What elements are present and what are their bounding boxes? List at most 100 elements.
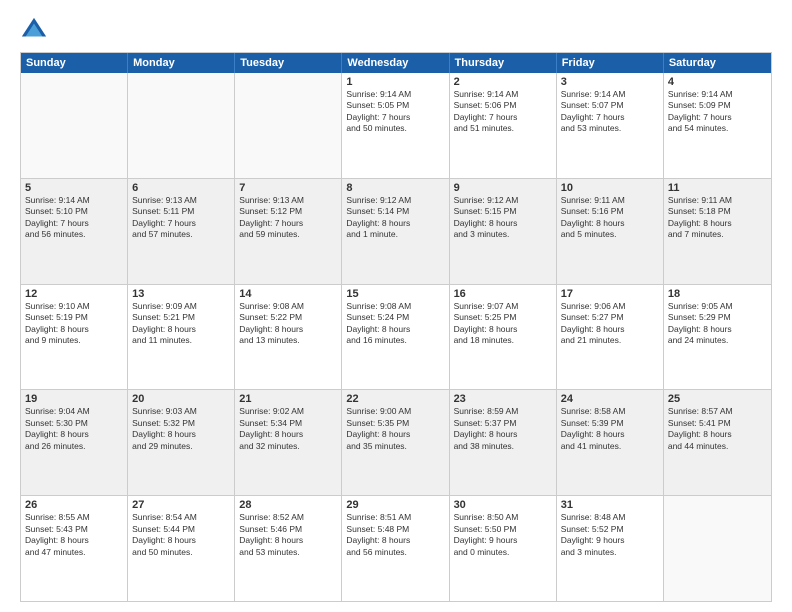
day-number: 12 xyxy=(25,288,123,300)
day-cell-7: 7Sunrise: 9:13 AM Sunset: 5:12 PM Daylig… xyxy=(235,179,342,284)
day-info: Sunrise: 9:09 AM Sunset: 5:21 PM Dayligh… xyxy=(132,301,230,347)
day-info: Sunrise: 8:59 AM Sunset: 5:37 PM Dayligh… xyxy=(454,406,552,452)
day-info: Sunrise: 8:58 AM Sunset: 5:39 PM Dayligh… xyxy=(561,406,659,452)
day-number: 24 xyxy=(561,393,659,405)
day-cell-25: 25Sunrise: 8:57 AM Sunset: 5:41 PM Dayli… xyxy=(664,390,771,495)
header-day-monday: Monday xyxy=(128,53,235,73)
day-cell-3: 3Sunrise: 9:14 AM Sunset: 5:07 PM Daylig… xyxy=(557,73,664,178)
day-info: Sunrise: 9:03 AM Sunset: 5:32 PM Dayligh… xyxy=(132,406,230,452)
day-cell-13: 13Sunrise: 9:09 AM Sunset: 5:21 PM Dayli… xyxy=(128,285,235,390)
day-number: 28 xyxy=(239,499,337,511)
day-cell-16: 16Sunrise: 9:07 AM Sunset: 5:25 PM Dayli… xyxy=(450,285,557,390)
day-number: 30 xyxy=(454,499,552,511)
day-number: 23 xyxy=(454,393,552,405)
day-cell-30: 30Sunrise: 8:50 AM Sunset: 5:50 PM Dayli… xyxy=(450,496,557,601)
day-number: 14 xyxy=(239,288,337,300)
day-number: 31 xyxy=(561,499,659,511)
logo xyxy=(20,16,52,44)
day-cell-15: 15Sunrise: 9:08 AM Sunset: 5:24 PM Dayli… xyxy=(342,285,449,390)
calendar-week-1: 5Sunrise: 9:14 AM Sunset: 5:10 PM Daylig… xyxy=(21,179,771,285)
day-info: Sunrise: 8:57 AM Sunset: 5:41 PM Dayligh… xyxy=(668,406,767,452)
day-info: Sunrise: 8:55 AM Sunset: 5:43 PM Dayligh… xyxy=(25,512,123,558)
day-number: 8 xyxy=(346,182,444,194)
day-number: 7 xyxy=(239,182,337,194)
day-info: Sunrise: 9:06 AM Sunset: 5:27 PM Dayligh… xyxy=(561,301,659,347)
day-number: 27 xyxy=(132,499,230,511)
day-cell-31: 31Sunrise: 8:48 AM Sunset: 5:52 PM Dayli… xyxy=(557,496,664,601)
day-cell-8: 8Sunrise: 9:12 AM Sunset: 5:14 PM Daylig… xyxy=(342,179,449,284)
day-info: Sunrise: 9:14 AM Sunset: 5:09 PM Dayligh… xyxy=(668,89,767,135)
day-number: 5 xyxy=(25,182,123,194)
day-info: Sunrise: 8:48 AM Sunset: 5:52 PM Dayligh… xyxy=(561,512,659,558)
day-cell-22: 22Sunrise: 9:00 AM Sunset: 5:35 PM Dayli… xyxy=(342,390,449,495)
day-number: 21 xyxy=(239,393,337,405)
day-cell-29: 29Sunrise: 8:51 AM Sunset: 5:48 PM Dayli… xyxy=(342,496,449,601)
day-cell-2: 2Sunrise: 9:14 AM Sunset: 5:06 PM Daylig… xyxy=(450,73,557,178)
day-info: Sunrise: 9:04 AM Sunset: 5:30 PM Dayligh… xyxy=(25,406,123,452)
header-day-wednesday: Wednesday xyxy=(342,53,449,73)
day-cell-9: 9Sunrise: 9:12 AM Sunset: 5:15 PM Daylig… xyxy=(450,179,557,284)
calendar-week-4: 26Sunrise: 8:55 AM Sunset: 5:43 PM Dayli… xyxy=(21,496,771,601)
day-cell-11: 11Sunrise: 9:11 AM Sunset: 5:18 PM Dayli… xyxy=(664,179,771,284)
day-number: 11 xyxy=(668,182,767,194)
page: SundayMondayTuesdayWednesdayThursdayFrid… xyxy=(0,0,792,612)
day-number: 13 xyxy=(132,288,230,300)
day-info: Sunrise: 8:50 AM Sunset: 5:50 PM Dayligh… xyxy=(454,512,552,558)
day-info: Sunrise: 9:07 AM Sunset: 5:25 PM Dayligh… xyxy=(454,301,552,347)
day-cell-17: 17Sunrise: 9:06 AM Sunset: 5:27 PM Dayli… xyxy=(557,285,664,390)
day-number: 15 xyxy=(346,288,444,300)
day-info: Sunrise: 9:14 AM Sunset: 5:07 PM Dayligh… xyxy=(561,89,659,135)
day-cell-21: 21Sunrise: 9:02 AM Sunset: 5:34 PM Dayli… xyxy=(235,390,342,495)
calendar-body: 1Sunrise: 9:14 AM Sunset: 5:05 PM Daylig… xyxy=(21,73,771,601)
day-number: 20 xyxy=(132,393,230,405)
day-cell-23: 23Sunrise: 8:59 AM Sunset: 5:37 PM Dayli… xyxy=(450,390,557,495)
day-cell-20: 20Sunrise: 9:03 AM Sunset: 5:32 PM Dayli… xyxy=(128,390,235,495)
day-number: 22 xyxy=(346,393,444,405)
day-number: 9 xyxy=(454,182,552,194)
day-number: 6 xyxy=(132,182,230,194)
day-info: Sunrise: 9:10 AM Sunset: 5:19 PM Dayligh… xyxy=(25,301,123,347)
day-cell-10: 10Sunrise: 9:11 AM Sunset: 5:16 PM Dayli… xyxy=(557,179,664,284)
day-info: Sunrise: 9:11 AM Sunset: 5:16 PM Dayligh… xyxy=(561,195,659,241)
day-info: Sunrise: 9:14 AM Sunset: 5:06 PM Dayligh… xyxy=(454,89,552,135)
day-info: Sunrise: 8:52 AM Sunset: 5:46 PM Dayligh… xyxy=(239,512,337,558)
day-number: 2 xyxy=(454,76,552,88)
header-day-thursday: Thursday xyxy=(450,53,557,73)
day-cell-6: 6Sunrise: 9:13 AM Sunset: 5:11 PM Daylig… xyxy=(128,179,235,284)
day-number: 18 xyxy=(668,288,767,300)
header-day-sunday: Sunday xyxy=(21,53,128,73)
day-cell-19: 19Sunrise: 9:04 AM Sunset: 5:30 PM Dayli… xyxy=(21,390,128,495)
day-info: Sunrise: 9:12 AM Sunset: 5:14 PM Dayligh… xyxy=(346,195,444,241)
day-number: 29 xyxy=(346,499,444,511)
day-info: Sunrise: 9:12 AM Sunset: 5:15 PM Dayligh… xyxy=(454,195,552,241)
day-cell-4: 4Sunrise: 9:14 AM Sunset: 5:09 PM Daylig… xyxy=(664,73,771,178)
day-number: 1 xyxy=(346,76,444,88)
header-day-friday: Friday xyxy=(557,53,664,73)
day-info: Sunrise: 9:08 AM Sunset: 5:24 PM Dayligh… xyxy=(346,301,444,347)
day-number: 3 xyxy=(561,76,659,88)
calendar-week-0: 1Sunrise: 9:14 AM Sunset: 5:05 PM Daylig… xyxy=(21,73,771,179)
day-info: Sunrise: 9:00 AM Sunset: 5:35 PM Dayligh… xyxy=(346,406,444,452)
day-number: 25 xyxy=(668,393,767,405)
day-number: 26 xyxy=(25,499,123,511)
day-info: Sunrise: 9:11 AM Sunset: 5:18 PM Dayligh… xyxy=(668,195,767,241)
calendar: SundayMondayTuesdayWednesdayThursdayFrid… xyxy=(20,52,772,602)
day-cell-12: 12Sunrise: 9:10 AM Sunset: 5:19 PM Dayli… xyxy=(21,285,128,390)
calendar-header: SundayMondayTuesdayWednesdayThursdayFrid… xyxy=(21,53,771,73)
calendar-week-2: 12Sunrise: 9:10 AM Sunset: 5:19 PM Dayli… xyxy=(21,285,771,391)
empty-cell xyxy=(128,73,235,178)
day-cell-5: 5Sunrise: 9:14 AM Sunset: 5:10 PM Daylig… xyxy=(21,179,128,284)
day-number: 17 xyxy=(561,288,659,300)
day-info: Sunrise: 8:51 AM Sunset: 5:48 PM Dayligh… xyxy=(346,512,444,558)
day-cell-14: 14Sunrise: 9:08 AM Sunset: 5:22 PM Dayli… xyxy=(235,285,342,390)
day-info: Sunrise: 9:13 AM Sunset: 5:11 PM Dayligh… xyxy=(132,195,230,241)
day-info: Sunrise: 8:54 AM Sunset: 5:44 PM Dayligh… xyxy=(132,512,230,558)
day-number: 4 xyxy=(668,76,767,88)
day-number: 19 xyxy=(25,393,123,405)
day-cell-28: 28Sunrise: 8:52 AM Sunset: 5:46 PM Dayli… xyxy=(235,496,342,601)
day-info: Sunrise: 9:05 AM Sunset: 5:29 PM Dayligh… xyxy=(668,301,767,347)
header-day-tuesday: Tuesday xyxy=(235,53,342,73)
empty-cell xyxy=(664,496,771,601)
day-info: Sunrise: 9:14 AM Sunset: 5:10 PM Dayligh… xyxy=(25,195,123,241)
day-info: Sunrise: 9:14 AM Sunset: 5:05 PM Dayligh… xyxy=(346,89,444,135)
